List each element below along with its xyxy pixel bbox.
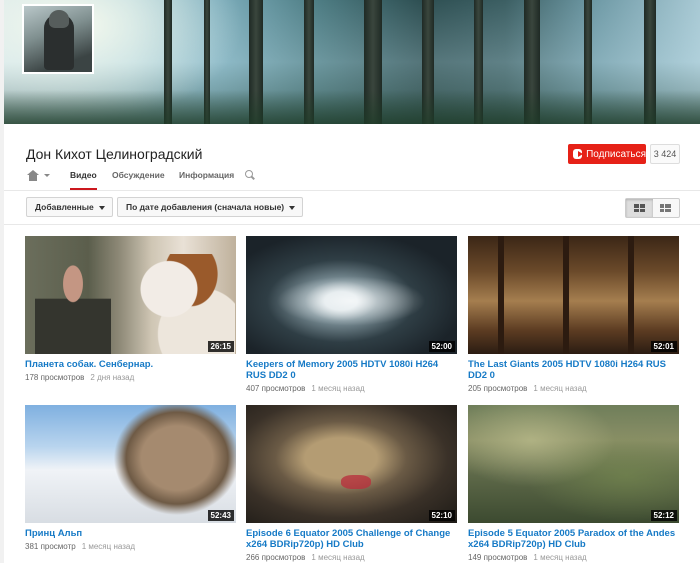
video-views: 149 просмотров [468, 553, 528, 562]
avatar-helmet [49, 10, 69, 28]
home-icon[interactable] [26, 170, 40, 181]
tab-about[interactable]: Информация [179, 170, 234, 190]
video-title-link[interactable]: Планета собак. Сенбернар. [25, 359, 236, 370]
grid-view-icon [633, 204, 645, 212]
video-duration: 52:12 [650, 510, 677, 521]
video-card[interactable]: 52:00 Keepers of Memory 2005 HDTV 1080i … [246, 236, 457, 393]
youtube-play-icon [573, 149, 584, 159]
video-duration: 52:01 [650, 341, 677, 352]
channel-content-panel: Дон Кихот Целиноградский Подписаться 3 4… [4, 124, 700, 563]
video-card[interactable]: 52:43 Принц Альп 381 просмотр 1 месяц наз… [25, 405, 236, 551]
list-view-icon [660, 204, 672, 212]
video-meta: 205 просмотров 1 месяц назад [468, 384, 679, 393]
subscribe-button[interactable]: Подписаться [568, 144, 646, 164]
content-type-dropdown[interactable]: Добавленные [26, 197, 113, 217]
video-views: 178 просмотров [25, 373, 85, 382]
video-meta: 149 просмотров 1 месяц назад [468, 553, 679, 562]
sort-dropdown[interactable]: По дате добавления (сначала новые) [117, 197, 304, 217]
video-views: 205 просмотров [468, 384, 528, 393]
thumbnail-wave [276, 276, 426, 326]
video-thumbnail[interactable]: 26:15 [25, 236, 236, 354]
search-icon[interactable] [245, 170, 255, 180]
video-card[interactable]: 52:01 The Last Giants 2005 HDTV 1080i H2… [468, 236, 679, 393]
video-meta: 178 просмотров 2 дня назад [25, 373, 236, 382]
thumbnail-dog [125, 254, 235, 354]
tabs-divider [4, 190, 700, 191]
grid-view-button[interactable] [626, 199, 653, 217]
tab-videos[interactable]: Видео [70, 170, 97, 190]
video-meta: 381 просмотр 1 месяц назад [25, 542, 236, 551]
video-views: 407 просмотров [246, 384, 306, 393]
thumbnail-beam [498, 236, 504, 354]
channel-avatar[interactable] [22, 4, 94, 74]
subscriber-count: 3 424 [650, 144, 680, 164]
video-views: 381 просмотр [25, 542, 76, 551]
thumbnail-deer [105, 405, 236, 523]
chevron-down-icon[interactable] [44, 174, 50, 177]
thumbnail-beam [628, 236, 634, 354]
channel-banner [4, 0, 700, 124]
video-title-link[interactable]: Episode 5 Equator 2005 Paradox of the An… [468, 528, 679, 550]
video-duration: 26:15 [207, 341, 234, 352]
sort-label: По дате добавления (сначала новые) [126, 202, 285, 212]
video-card[interactable]: 26:15 Планета собак. Сенбернар. 178 прос… [25, 236, 236, 382]
video-title-link[interactable]: Episode 6 Equator 2005 Challenge of Chan… [246, 528, 457, 550]
channel-tabs: Видео Обсуждение Информация [26, 170, 700, 190]
thumbnail-detail [341, 475, 371, 489]
thumbnail-forest [468, 405, 679, 523]
video-title-link[interactable]: The Last Giants 2005 HDTV 1080i H264 RUS… [468, 359, 679, 381]
content-type-label: Добавленные [35, 202, 94, 212]
video-upload-age: 1 месяц назад [533, 384, 587, 393]
video-thumbnail[interactable]: 52:00 [246, 236, 457, 354]
view-toggle [625, 198, 680, 218]
chevron-down-icon [289, 206, 296, 210]
subscribe-label: Подписаться [586, 148, 646, 160]
video-upload-age: 1 месяц назад [81, 542, 136, 551]
video-duration: 52:43 [207, 510, 234, 521]
video-upload-age: 1 месяц назад [533, 553, 587, 562]
list-view-button[interactable] [653, 199, 680, 217]
video-upload-age: 1 месяц назад [311, 553, 365, 562]
video-card[interactable]: 52:10 Episode 6 Equator 2005 Challenge o… [246, 405, 457, 562]
video-thumbnail[interactable]: 52:12 [468, 405, 679, 523]
tab-discussion[interactable]: Обсуждение [112, 170, 165, 190]
video-thumbnail[interactable]: 52:01 [468, 236, 679, 354]
filters-divider [4, 224, 700, 225]
video-duration: 52:10 [428, 510, 455, 521]
video-upload-age: 2 дня назад [90, 373, 135, 382]
video-thumbnail[interactable]: 52:10 [246, 405, 457, 523]
video-card[interactable]: 52:12 Episode 5 Equator 2005 Paradox of … [468, 405, 679, 562]
video-title-link[interactable]: Принц Альп [25, 528, 236, 539]
video-meta: 266 просмотров 1 месяц назад [246, 553, 457, 562]
video-duration: 52:00 [428, 341, 455, 352]
thumbnail-beam [563, 236, 569, 354]
chevron-down-icon [98, 206, 105, 210]
video-views: 266 просмотров [246, 553, 306, 562]
video-upload-age: 1 месяц назад [311, 384, 365, 393]
banner-foliage [4, 90, 700, 124]
thumbnail-man [35, 264, 111, 354]
video-thumbnail[interactable]: 52:43 [25, 405, 236, 523]
video-title-link[interactable]: Keepers of Memory 2005 HDTV 1080i H264 R… [246, 359, 457, 381]
channel-title[interactable]: Дон Кихот Целиноградский [26, 146, 202, 162]
channel-page: Дон Кихот Целиноградский Подписаться 3 4… [0, 0, 700, 563]
video-meta: 407 просмотров 1 месяц назад [246, 384, 457, 393]
